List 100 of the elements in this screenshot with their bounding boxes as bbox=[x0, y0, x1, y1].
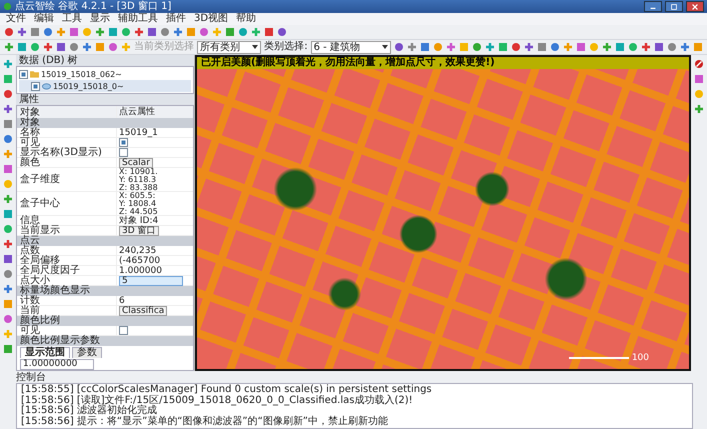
square-icon[interactable] bbox=[693, 42, 703, 52]
square-icon[interactable] bbox=[3, 254, 13, 264]
circle-icon[interactable] bbox=[667, 42, 677, 52]
menu-item[interactable]: 工具 bbox=[62, 13, 82, 25]
circle-icon[interactable] bbox=[121, 27, 131, 37]
circle-icon[interactable] bbox=[3, 89, 13, 99]
menu-item[interactable]: 辅助工具 bbox=[118, 13, 158, 25]
cross-icon[interactable] bbox=[173, 27, 183, 37]
square-icon[interactable] bbox=[3, 209, 13, 219]
no-entry-icon[interactable] bbox=[694, 59, 704, 69]
square-icon[interactable] bbox=[17, 42, 27, 52]
cross-icon[interactable] bbox=[4, 42, 14, 52]
circle-icon[interactable] bbox=[69, 42, 79, 52]
square-icon[interactable] bbox=[3, 344, 13, 354]
tree-item[interactable]: 15019_15018_0~ bbox=[19, 80, 191, 92]
circle-icon[interactable] bbox=[277, 27, 287, 37]
cross-icon[interactable] bbox=[485, 42, 495, 52]
square-icon[interactable] bbox=[3, 299, 13, 309]
cross-icon[interactable] bbox=[3, 239, 13, 249]
cross-icon[interactable] bbox=[563, 42, 573, 52]
value-button[interactable]: 3D 窗口 bbox=[119, 226, 159, 236]
menu-item[interactable]: 编辑 bbox=[34, 13, 54, 25]
property-value: X: 10901. bbox=[119, 168, 158, 176]
circle-icon[interactable] bbox=[550, 42, 560, 52]
circle-icon[interactable] bbox=[628, 42, 638, 52]
circle-icon[interactable] bbox=[238, 27, 248, 37]
checkbox[interactable] bbox=[119, 148, 128, 157]
cross-icon[interactable] bbox=[407, 42, 417, 52]
cross-icon[interactable] bbox=[694, 104, 704, 114]
square-icon[interactable] bbox=[498, 42, 508, 52]
square-icon[interactable] bbox=[108, 27, 118, 37]
circle-icon[interactable] bbox=[160, 27, 170, 37]
class-select-dropdown[interactable]: 6 - 建筑物 bbox=[310, 40, 391, 54]
cross-icon[interactable] bbox=[3, 149, 13, 159]
circle-icon[interactable] bbox=[3, 134, 13, 144]
cross-icon[interactable] bbox=[82, 42, 92, 52]
circle-icon[interactable] bbox=[472, 42, 482, 52]
cross-icon[interactable] bbox=[95, 27, 105, 37]
circle-icon[interactable] bbox=[108, 42, 118, 52]
minimize-button[interactable] bbox=[644, 1, 662, 12]
tab[interactable]: 参数 bbox=[72, 347, 102, 358]
square-icon[interactable] bbox=[30, 27, 40, 37]
circle-icon[interactable] bbox=[199, 27, 209, 37]
square-icon[interactable] bbox=[56, 42, 66, 52]
circle-icon[interactable] bbox=[3, 269, 13, 279]
tab[interactable]: 显示范围 bbox=[20, 347, 70, 358]
circle-icon[interactable] bbox=[30, 42, 40, 52]
circle-icon[interactable] bbox=[4, 27, 14, 37]
cross-icon[interactable] bbox=[17, 27, 27, 37]
value-button[interactable]: Classifica bbox=[119, 306, 168, 316]
circle-icon[interactable] bbox=[3, 224, 13, 234]
checkbox[interactable] bbox=[119, 138, 128, 147]
square-icon[interactable] bbox=[615, 42, 625, 52]
menu-item[interactable]: 显示 bbox=[90, 13, 110, 25]
value-button[interactable]: Scalar bbox=[119, 158, 153, 168]
square-icon[interactable] bbox=[225, 27, 235, 37]
square-icon[interactable] bbox=[3, 164, 13, 174]
point-size-field[interactable]: 5 bbox=[119, 276, 183, 286]
class-dropdown[interactable]: 所有类别 bbox=[197, 40, 262, 54]
square-icon[interactable] bbox=[264, 27, 274, 37]
menu-item[interactable]: 文件 bbox=[6, 13, 26, 25]
circle-icon[interactable] bbox=[394, 42, 404, 52]
square-icon[interactable] bbox=[576, 42, 586, 52]
cross-icon[interactable] bbox=[680, 42, 690, 52]
close-button[interactable] bbox=[686, 1, 704, 12]
checkbox[interactable] bbox=[119, 326, 128, 335]
checkbox[interactable] bbox=[19, 70, 28, 78]
cross-icon[interactable] bbox=[3, 194, 13, 204]
checkbox[interactable] bbox=[31, 82, 40, 90]
menu-item[interactable]: 帮助 bbox=[236, 13, 256, 25]
cross-icon[interactable] bbox=[3, 104, 13, 114]
range-field[interactable]: 1.00000000 bbox=[20, 359, 94, 370]
cross-icon[interactable] bbox=[251, 27, 261, 37]
square-icon[interactable] bbox=[147, 27, 157, 37]
cross-icon[interactable] bbox=[524, 42, 534, 52]
circle-icon[interactable] bbox=[3, 314, 13, 324]
tree-item[interactable]: 15019_15018_062~ bbox=[19, 68, 191, 80]
square-icon[interactable] bbox=[69, 27, 79, 37]
circle-icon[interactable] bbox=[433, 42, 443, 52]
cross-icon[interactable] bbox=[3, 284, 13, 294]
square-icon[interactable] bbox=[537, 42, 547, 52]
square-icon[interactable] bbox=[186, 27, 196, 37]
cross-icon[interactable] bbox=[134, 27, 144, 37]
square-icon[interactable] bbox=[3, 119, 13, 129]
square-icon[interactable] bbox=[654, 42, 664, 52]
cross-icon[interactable] bbox=[641, 42, 651, 52]
square-icon[interactable] bbox=[694, 74, 704, 84]
menu-item[interactable]: 插件 bbox=[166, 13, 186, 25]
square-icon[interactable] bbox=[3, 74, 13, 84]
cross-icon[interactable] bbox=[43, 42, 53, 52]
cross-icon[interactable] bbox=[56, 27, 66, 37]
square-icon[interactable] bbox=[95, 42, 105, 52]
cross-icon[interactable] bbox=[446, 42, 456, 52]
circle-icon[interactable] bbox=[43, 27, 53, 37]
cross-icon[interactable] bbox=[3, 59, 13, 69]
menu-item[interactable]: 3D视图 bbox=[194, 13, 228, 25]
cross-icon[interactable] bbox=[602, 42, 612, 52]
circle-icon[interactable] bbox=[511, 42, 521, 52]
maximize-button[interactable] bbox=[665, 1, 683, 12]
square-icon[interactable] bbox=[420, 42, 430, 52]
